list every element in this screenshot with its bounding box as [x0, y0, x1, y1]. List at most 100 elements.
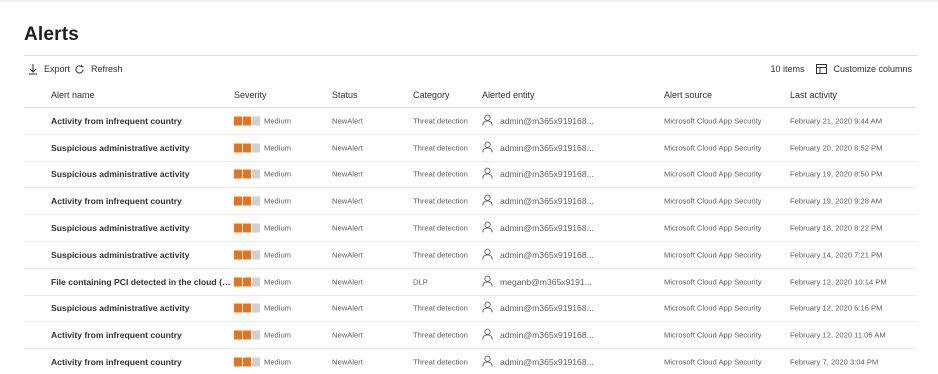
column-header-alert-source[interactable]: Alert source: [664, 90, 712, 100]
severity-bar-filled: [234, 330, 242, 340]
severity-bar-filled: [234, 277, 242, 287]
alerted-entity-cell[interactable]: admin@m365x919168...: [482, 248, 594, 262]
column-header-alert-name[interactable]: Alert name: [51, 90, 95, 100]
user-icon: [482, 328, 500, 342]
alert-name[interactable]: Suspicious administrative activity: [51, 223, 233, 233]
alerted-entity-text: admin@m365x919168...: [500, 357, 594, 368]
last-activity-cell: February 19, 2020 9:28 AM: [790, 196, 883, 206]
severity-cell: Medium: [234, 223, 291, 233]
severity-cell: Medium: [234, 250, 291, 260]
alert-name[interactable]: Suspicious administrative activity: [51, 250, 233, 260]
items-count: 10 items: [770, 64, 805, 74]
alerted-entity-cell[interactable]: admin@m365x919168...: [482, 114, 594, 128]
column-header-alerted-entity[interactable]: Alerted entity: [482, 90, 535, 100]
severity-label: Medium: [264, 116, 292, 126]
severity-bar-filled: [243, 357, 251, 367]
severity-bar-filled: [243, 330, 251, 340]
severity-bar-filled: [243, 250, 251, 260]
alerted-entity-cell[interactable]: admin@m365x919168...: [482, 167, 594, 181]
export-label: Export: [44, 64, 71, 74]
alerted-entity-cell[interactable]: meganb@m365x9191...: [482, 275, 592, 289]
severity-bar-filled: [234, 303, 242, 313]
severity-bar-filled: [234, 357, 242, 367]
user-icon: [482, 275, 500, 289]
alert-name[interactable]: Suspicious administrative activity: [51, 169, 233, 179]
severity-bar-empty: [252, 277, 260, 287]
alerted-entity-text: admin@m365x919168...: [500, 330, 594, 341]
column-header-last-activity[interactable]: Last activity: [790, 90, 837, 100]
alerted-entity-cell[interactable]: admin@m365x919168...: [482, 194, 594, 208]
alerted-entity-cell[interactable]: admin@m365x919168...: [482, 301, 594, 315]
column-header-category[interactable]: Category: [413, 90, 450, 100]
table-row[interactable]: Suspicious administrative activity Medium…: [24, 215, 916, 242]
alerted-entity-text: admin@m365x919168...: [500, 223, 594, 234]
alert-source-cell: Microsoft Cloud App Security: [664, 277, 762, 287]
alert-name[interactable]: Activity from infrequent country: [51, 196, 233, 206]
severity-bar-empty: [252, 330, 260, 340]
category-cell: Threat detection: [413, 250, 468, 260]
category-cell: Threat detection: [413, 116, 468, 126]
alerted-entity-text: admin@m365x919168...: [500, 142, 594, 153]
severity-cell: Medium: [234, 303, 291, 313]
table-row[interactable]: Activity from infrequent country Medium Ne…: [24, 108, 916, 135]
severity-bar-filled: [243, 196, 251, 206]
alerted-entity-cell[interactable]: admin@m365x919168...: [482, 328, 594, 342]
severity-bar-filled: [243, 223, 251, 233]
column-header-status[interactable]: Status: [332, 90, 358, 100]
user-icon: [482, 248, 500, 262]
alert-name[interactable]: Suspicious administrative activity: [51, 303, 233, 313]
alerted-entity-cell[interactable]: admin@m365x919168...: [482, 221, 594, 235]
user-icon: [482, 301, 500, 315]
severity-bar-filled: [243, 116, 251, 126]
table-row[interactable]: Activity from infrequent country Medium Ne…: [24, 349, 916, 374]
user-icon: [482, 114, 500, 128]
customize-columns-button[interactable]: Customize columns: [816, 60, 912, 78]
severity-bar-empty: [252, 169, 260, 179]
severity-bar-empty: [252, 143, 260, 153]
severity-bar-filled: [243, 277, 251, 287]
severity-bar-empty: [252, 303, 260, 313]
last-activity-cell: February 12, 2020 11:06 AM: [790, 330, 886, 340]
status-cell: NewAlert: [332, 169, 363, 179]
refresh-button[interactable]: Refresh: [74, 60, 123, 78]
customize-columns-label: Customize columns: [833, 64, 912, 74]
alert-name[interactable]: Activity from infrequent country: [51, 116, 233, 126]
alerted-entity-text: admin@m365x919168...: [500, 303, 594, 314]
severity-bar-filled: [234, 250, 242, 260]
user-icon: [482, 167, 500, 181]
alert-source-cell: Microsoft Cloud App Security: [664, 196, 762, 206]
alert-name[interactable]: Activity from infrequent country: [51, 330, 233, 340]
page-title: Alerts: [24, 24, 80, 45]
table-row[interactable]: Suspicious administrative activity Medium…: [24, 242, 916, 269]
column-header-severity[interactable]: Severity: [234, 90, 267, 100]
alert-source-cell: Microsoft Cloud App Security: [664, 250, 762, 260]
alert-name[interactable]: Activity from infrequent country: [51, 357, 233, 367]
table-row[interactable]: Suspicious administrative activity Medium…: [24, 296, 916, 323]
table-row[interactable]: Activity from infrequent country Medium Ne…: [24, 188, 916, 216]
export-button[interactable]: Export: [28, 60, 70, 78]
table-row[interactable]: Suspicious administrative activity Medium…: [24, 135, 916, 162]
category-cell: DLP: [413, 277, 428, 287]
title-divider: [24, 55, 918, 56]
toolbar: Export Refresh 10 items Customize column…: [24, 60, 912, 78]
severity-cell: Medium: [234, 169, 292, 179]
status-cell: NewAlert: [332, 196, 363, 206]
table-row[interactable]: Suspicious administrative activity Medium…: [24, 162, 916, 189]
severity-bar-filled: [234, 196, 242, 206]
severity-label: Medium: [264, 169, 292, 179]
status-cell: NewAlert: [332, 277, 363, 287]
alert-name[interactable]: Suspicious administrative activity: [51, 143, 233, 153]
alerted-entity-cell[interactable]: admin@m365x919168...: [482, 355, 594, 369]
severity-cell: Medium: [234, 196, 291, 206]
alerted-entity-cell[interactable]: admin@m365x919168...: [482, 141, 594, 155]
severity-label: Medium: [264, 277, 292, 287]
alerted-entity-text: admin@m365x919168...: [500, 169, 594, 180]
alert-source-cell: Microsoft Cloud App Security: [664, 303, 762, 313]
severity-bar-filled: [243, 303, 251, 313]
table-row[interactable]: File containing PCI detected in the clou…: [24, 269, 916, 296]
table-row[interactable]: Activity from infrequent country Medium Ne…: [24, 322, 916, 350]
alert-source-cell: Microsoft Cloud App Security: [664, 223, 762, 233]
category-cell: Threat detection: [413, 303, 468, 313]
last-activity-cell: February 12, 2020 10:14 PM: [790, 277, 887, 287]
alert-name[interactable]: File containing PCI detected in the clou…: [51, 277, 233, 287]
